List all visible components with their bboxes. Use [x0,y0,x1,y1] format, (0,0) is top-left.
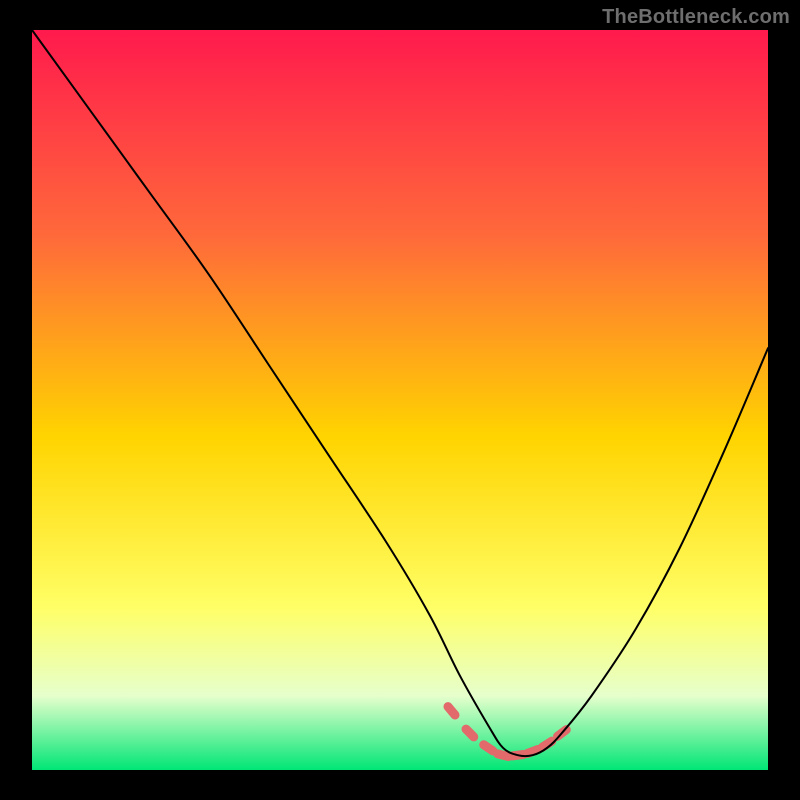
watermark-text: TheBottleneck.com [602,6,790,29]
chart-stage: TheBottleneck.com [0,0,800,800]
plot-gradient-background [32,30,768,770]
bottleneck-chart [0,0,800,800]
